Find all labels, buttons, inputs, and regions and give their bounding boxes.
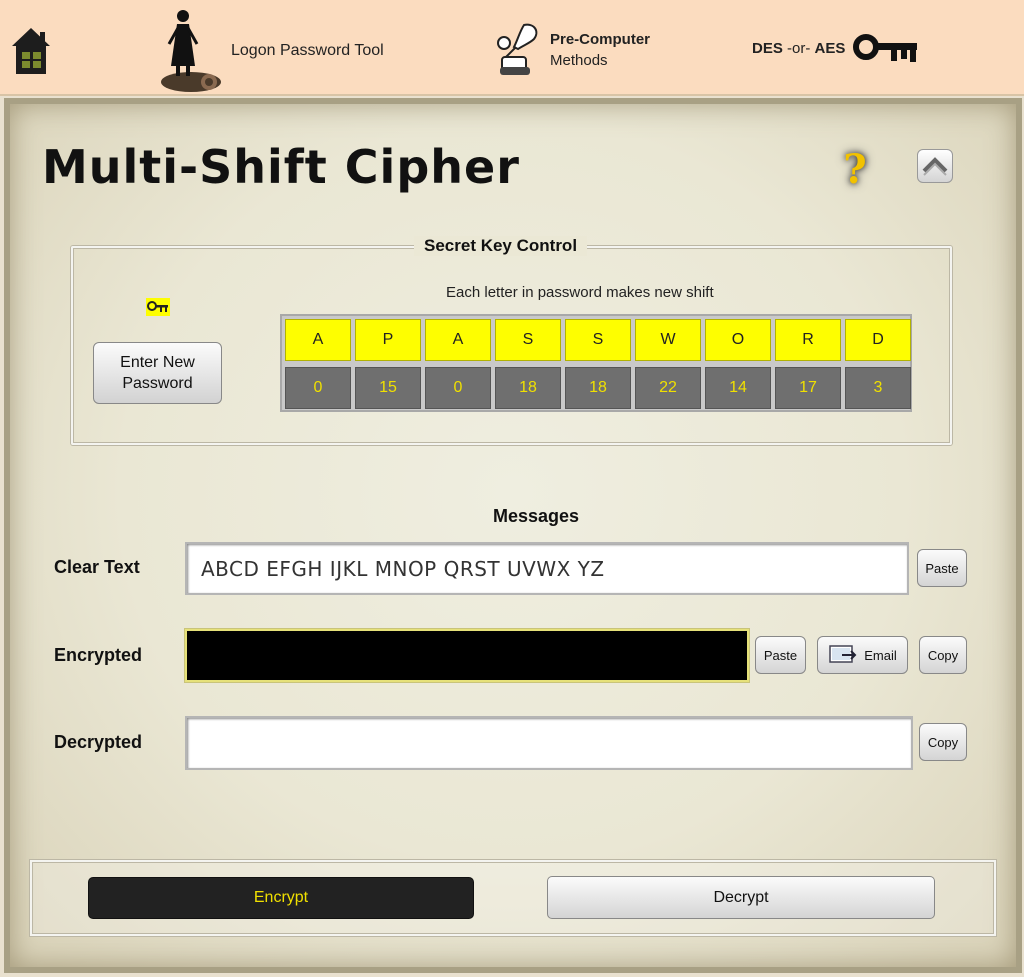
email-send-icon xyxy=(829,645,857,663)
pre-computer-methods-label: Pre-Computer Methods xyxy=(550,29,650,71)
encrypted-label: Encrypted xyxy=(54,645,143,665)
email-button-label: Email xyxy=(864,647,897,663)
shift-value-cell: 18 xyxy=(495,367,561,409)
encrypted-paste-button[interactable]: Paste xyxy=(755,636,806,674)
key-letter-cell: S xyxy=(495,319,561,361)
decrypted-label: Decrypted xyxy=(54,732,143,752)
secret-key-control-heading: Secret Key Control xyxy=(414,236,588,256)
chevron-up-icon xyxy=(922,157,948,176)
shift-note: Each letter in password makes new shift xyxy=(446,284,714,301)
question-mark-icon: ? xyxy=(843,145,867,193)
shift-value-cell: 18 xyxy=(565,367,631,409)
aes-text: AES xyxy=(814,39,846,57)
des-or-aes-label: DES -or- AES xyxy=(752,40,845,57)
shift-value-cell: 22 xyxy=(635,367,701,409)
shift-value-cell: 3 xyxy=(845,367,911,409)
messages-heading: Messages xyxy=(493,506,580,526)
encrypted-output[interactable] xyxy=(185,629,749,682)
top-navigation-bar: Logon Password Tool Pre-Computer Methods… xyxy=(0,0,1024,96)
encrypted-copy-button[interactable]: Copy xyxy=(919,636,967,674)
or-text: -or- xyxy=(787,39,811,57)
pre-computer-label-line1: Pre-Computer xyxy=(550,31,651,48)
key-shift-grid: A P A S S W O R D 0 15 0 18 18 22 14 17 … xyxy=(280,314,912,412)
clear-text-label: Clear Text xyxy=(54,557,140,577)
decrypted-output[interactable] xyxy=(185,716,913,770)
clear-text-input[interactable]: ABCD EFGH IJKL MNOP QRST UVWX YZ xyxy=(185,542,909,595)
shift-value-cell: 15 xyxy=(355,367,421,409)
key-letter-cell: P xyxy=(355,319,421,361)
help-button[interactable]: ? xyxy=(834,145,876,193)
key-letter-cell: D xyxy=(845,319,911,361)
pre-computer-label-line2: Methods xyxy=(550,52,608,69)
page-title: Multi-Shift Cipher xyxy=(42,140,520,194)
clear-text-paste-button[interactable]: Paste xyxy=(917,549,967,587)
key-letter-cell: S xyxy=(565,319,631,361)
enter-new-password-button[interactable]: Enter New Password xyxy=(93,342,222,404)
quill-and-scroll-icon xyxy=(497,23,538,75)
decrypted-copy-button[interactable]: Copy xyxy=(919,723,967,761)
key-letter-cell: O xyxy=(705,319,771,361)
pre-computer-methods-link[interactable]: Pre-Computer Methods xyxy=(494,20,650,80)
des-or-aes-link[interactable]: DES -or- AES xyxy=(752,28,919,68)
key-letter-cell: A xyxy=(285,319,351,361)
shift-value-cell: 0 xyxy=(285,367,351,409)
logon-password-tool-link[interactable]: Logon Password Tool xyxy=(155,8,384,94)
email-button[interactable]: Email xyxy=(817,636,908,674)
woman-on-log-icon xyxy=(161,10,221,92)
collapse-button[interactable] xyxy=(917,149,953,183)
house-icon xyxy=(12,28,50,74)
key-letter-cell: W xyxy=(635,319,701,361)
key-letter-cell: R xyxy=(775,319,841,361)
shift-value-cell: 0 xyxy=(425,367,491,409)
des-text: DES xyxy=(752,39,783,57)
parchment-panel xyxy=(4,98,1022,973)
small-key-icon xyxy=(146,298,170,321)
logon-password-tool-label: Logon Password Tool xyxy=(231,42,384,59)
shift-value-cell: 17 xyxy=(775,367,841,409)
key-letter-cell: A xyxy=(425,319,491,361)
skeleton-key-icon xyxy=(853,34,918,62)
home-button[interactable] xyxy=(10,26,52,76)
decrypt-button[interactable]: Decrypt xyxy=(547,876,935,919)
shift-value-cell: 14 xyxy=(705,367,771,409)
encrypt-button[interactable]: Encrypt xyxy=(88,877,474,919)
